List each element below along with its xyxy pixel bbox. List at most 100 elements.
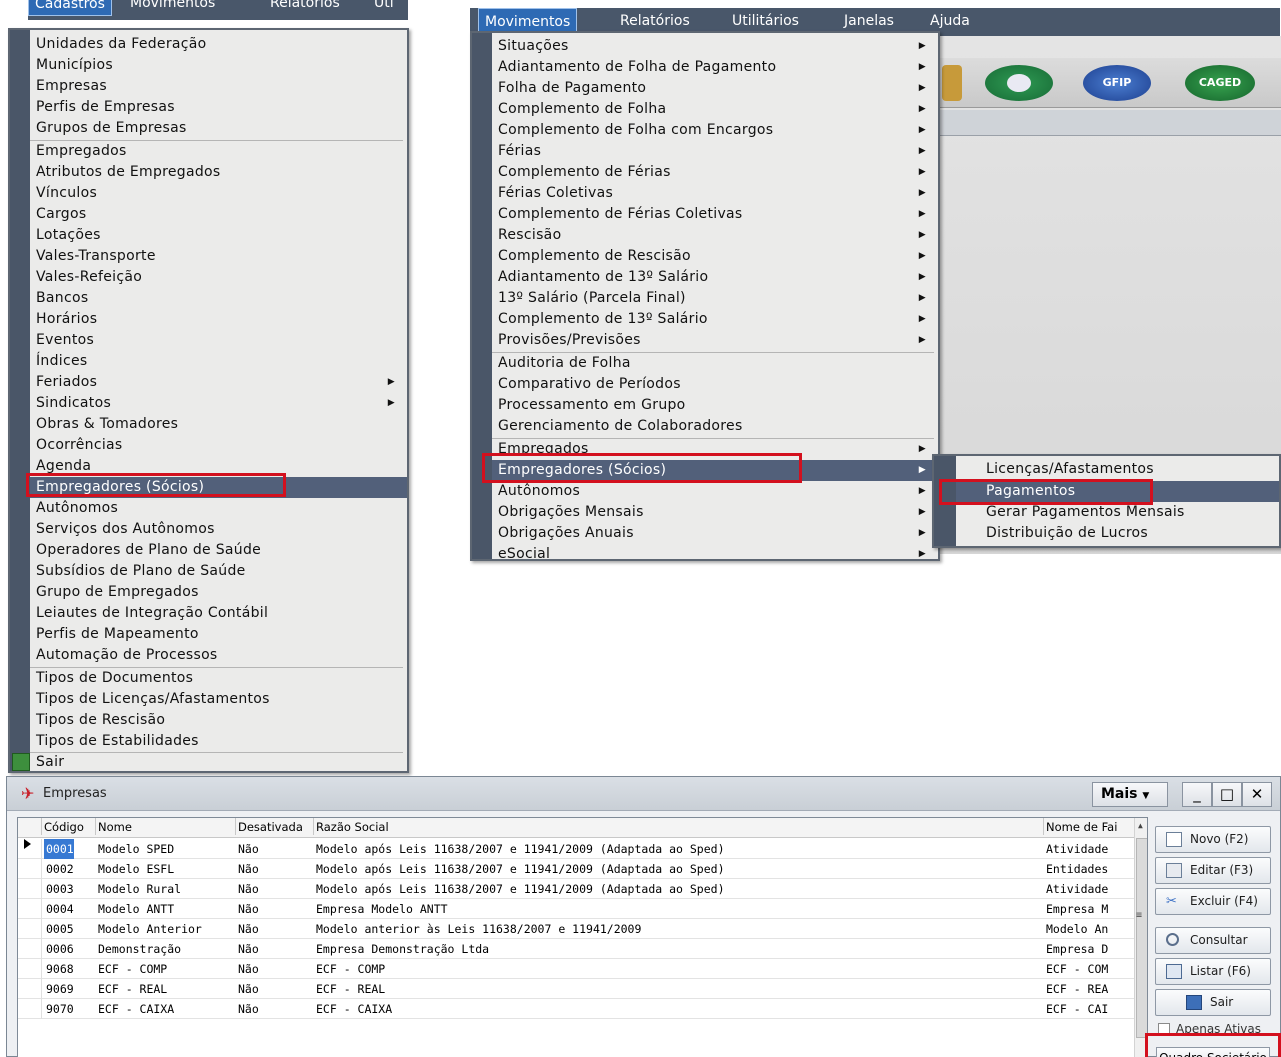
empresas-table[interactable]: Código Nome Desativada Razão Social Nome… <box>17 817 1148 1057</box>
cell-razao-social[interactable]: Modelo anterior às Leis 11638/2007 e 119… <box>316 919 1042 939</box>
menu-item-empresas[interactable]: Empresas <box>30 76 407 97</box>
menu-item-agenda[interactable]: Agenda <box>30 456 407 477</box>
table-row[interactable]: 0005 Modelo Anterior Não Modelo anterior… <box>18 919 1134 939</box>
cell-nome-fantasia[interactable]: Atividade <box>1046 839 1132 859</box>
menu-item-licencas-afastamentos[interactable]: Licenças/Afastamentos <box>956 459 1279 480</box>
listar-button[interactable]: Listar (F6) <box>1155 958 1271 985</box>
menu-item-rescisao[interactable]: Rescisão ▶ <box>492 225 938 246</box>
maximize-button[interactable]: □ <box>1212 782 1242 807</box>
menu-item-lotacoes[interactable]: Lotações <box>30 225 407 246</box>
menu-utilitarios[interactable]: Uti <box>368 0 400 16</box>
menu-relatorios[interactable]: Relatórios <box>264 0 346 16</box>
menu-item-sair[interactable]: Sair <box>30 752 407 773</box>
menu-item-esocial[interactable]: eSocial ▶ <box>492 544 938 559</box>
cell-codigo[interactable]: 9069 <box>46 979 94 999</box>
column-header-nome[interactable]: Nome <box>96 818 236 835</box>
caged-icon[interactable]: CAGED <box>1185 65 1255 101</box>
menu-item-autonomos[interactable]: Autônomos <box>30 498 407 519</box>
close-button[interactable]: ✕ <box>1242 782 1272 807</box>
cell-nome-fantasia[interactable]: Modelo An <box>1046 919 1132 939</box>
novo-button[interactable]: Novo (F2) <box>1155 826 1271 853</box>
menu-item-empregados[interactable]: Empregados ▶ <box>492 439 938 460</box>
cell-nome-fantasia[interactable]: Entidades <box>1046 859 1132 879</box>
menu-item-complemento-rescisao[interactable]: Complemento de Rescisão ▶ <box>492 246 938 267</box>
cell-nome[interactable]: Modelo ESFL <box>98 859 234 879</box>
menu-item-autonomos[interactable]: Autônomos ▶ <box>492 481 938 502</box>
menu-item-comparativo-periodos[interactable]: Comparativo de Períodos <box>492 374 938 395</box>
table-row[interactable]: 9069 ECF - REAL Não ECF - REAL ECF - REA <box>18 979 1134 999</box>
menu-cadastros[interactable]: Cadastros <box>28 0 112 16</box>
cell-razao-social[interactable]: ECF - REAL <box>316 979 1042 999</box>
menu-item-complemento-folha[interactable]: Complemento de Folha ▶ <box>492 99 938 120</box>
menu-item-automacao-processos[interactable]: Automação de Processos <box>30 645 407 666</box>
cell-nome[interactable]: ECF - COMP <box>98 959 234 979</box>
menu-item-obrigacoes-anuais[interactable]: Obrigações Anuais ▶ <box>492 523 938 544</box>
cell-razao-social[interactable]: Empresa Modelo ANTT <box>316 899 1042 919</box>
menu-item-tipos-rescisao[interactable]: Tipos de Rescisão <box>30 710 407 731</box>
cell-codigo[interactable]: 0002 <box>46 859 94 879</box>
menu-item-tipos-estabilidades[interactable]: Tipos de Estabilidades <box>30 731 407 752</box>
menu-item-vinculos[interactable]: Vínculos <box>30 183 407 204</box>
cell-nome[interactable]: Modelo Anterior <box>98 919 234 939</box>
menu-item-perfis-empresas[interactable]: Perfis de Empresas <box>30 97 407 118</box>
menu-item-atributos-empregados[interactable]: Atributos de Empregados <box>30 162 407 183</box>
table-row[interactable]: 0004 Modelo ANTT Não Empresa Modelo ANTT… <box>18 899 1134 919</box>
cell-nome-fantasia[interactable]: ECF - REA <box>1046 979 1132 999</box>
menu-item-adiantamento-folha[interactable]: Adiantamento de Folha de Pagamento ▶ <box>492 57 938 78</box>
scroll-up-icon[interactable]: ▲ <box>1138 821 1143 830</box>
cell-nome-fantasia[interactable]: Atividade <box>1046 879 1132 899</box>
scrollbar-thumb[interactable] <box>1136 838 1147 1038</box>
cell-codigo[interactable]: 9070 <box>46 999 94 1019</box>
menu-item-complemento-folha-encargos[interactable]: Complemento de Folha com Encargos ▶ <box>492 120 938 141</box>
menu-item-feriados[interactable]: Feriados ▶ <box>30 372 407 393</box>
cell-nome[interactable]: Modelo ANTT <box>98 899 234 919</box>
cell-desativada[interactable]: Não <box>238 919 312 939</box>
mais-button[interactable]: Mais ▼ <box>1092 782 1168 807</box>
cell-desativada[interactable]: Não <box>238 939 312 959</box>
table-row[interactable]: 0002 Modelo ESFL Não Modelo após Leis 11… <box>18 859 1134 879</box>
menu-item-eventos[interactable]: Eventos <box>30 330 407 351</box>
menu-item-folha-pagamento[interactable]: Folha de Pagamento ▶ <box>492 78 938 99</box>
cell-codigo[interactable]: 0003 <box>46 879 94 899</box>
menu-item-operadores-plano-saude[interactable]: Operadores de Plano de Saúde <box>30 540 407 561</box>
nis-card-icon[interactable] <box>985 65 1053 101</box>
cell-desativada[interactable]: Não <box>238 999 312 1019</box>
cell-codigo[interactable]: 0006 <box>46 939 94 959</box>
menu-item-indices[interactable]: Índices <box>30 351 407 372</box>
menu-item-obras-tomadores[interactable]: Obras & Tomadores <box>30 414 407 435</box>
menu-item-vales-transporte[interactable]: Vales-Transporte <box>30 246 407 267</box>
cell-desativada[interactable]: Não <box>238 879 312 899</box>
menu-item-leiautes-integracao[interactable]: Leiautes de Integração Contábil <box>30 603 407 624</box>
cell-codigo[interactable]: 0004 <box>46 899 94 919</box>
menu-item-empregadores-socios[interactable]: Empregadores (Sócios) <box>30 477 407 498</box>
menu-item-horarios[interactable]: Horários <box>30 309 407 330</box>
menu-item-vales-refeicao[interactable]: Vales-Refeição <box>30 267 407 288</box>
table-row[interactable]: 0001 Modelo SPED Não Modelo após Leis 11… <box>18 839 1134 859</box>
cell-razao-social[interactable]: Modelo após Leis 11638/2007 e 11941/2009… <box>316 859 1042 879</box>
table-row[interactable]: 0006 Demonstração Não Empresa Demonstraç… <box>18 939 1134 959</box>
apenas-ativas-checkbox[interactable]: Apenas Ativas <box>1158 1022 1261 1036</box>
table-row[interactable]: 9070 ECF - CAIXA Não ECF - CAIXA ECF - C… <box>18 999 1134 1019</box>
column-header-codigo[interactable]: Código <box>42 818 96 835</box>
cell-razao-social[interactable]: Empresa Demonstração Ltda <box>316 939 1042 959</box>
menu-item-grupos-empresas[interactable]: Grupos de Empresas <box>30 118 407 139</box>
menu-item-bancos[interactable]: Bancos <box>30 288 407 309</box>
vertical-scrollbar[interactable]: ▲ ≡ <box>1134 818 1147 1057</box>
table-row[interactable]: 0003 Modelo Rural Não Modelo após Leis 1… <box>18 879 1134 899</box>
cell-desativada[interactable]: Não <box>238 899 312 919</box>
menu-item-tipos-documentos[interactable]: Tipos de Documentos <box>30 668 407 689</box>
editar-button[interactable]: Editar (F3) <box>1155 857 1271 884</box>
table-row[interactable]: 9068 ECF - COMP Não ECF - COMP ECF - COM <box>18 959 1134 979</box>
cell-nome[interactable]: Demonstração <box>98 939 234 959</box>
menu-item-perfis-mapeamento[interactable]: Perfis de Mapeamento <box>30 624 407 645</box>
column-header-desativada[interactable]: Desativada <box>236 818 314 835</box>
menu-item-sindicatos[interactable]: Sindicatos ▶ <box>30 393 407 414</box>
cell-desativada[interactable]: Não <box>238 839 312 859</box>
cell-razao-social[interactable]: Modelo após Leis 11638/2007 e 11941/2009… <box>316 879 1042 899</box>
cell-codigo[interactable]: 0001 <box>44 839 74 859</box>
coins-icon[interactable] <box>942 65 962 101</box>
sair-button[interactable]: Sair <box>1155 989 1271 1016</box>
cell-nome-fantasia[interactable]: ECF - COM <box>1046 959 1132 979</box>
cell-razao-social[interactable]: ECF - COMP <box>316 959 1042 979</box>
cell-desativada[interactable]: Não <box>238 979 312 999</box>
